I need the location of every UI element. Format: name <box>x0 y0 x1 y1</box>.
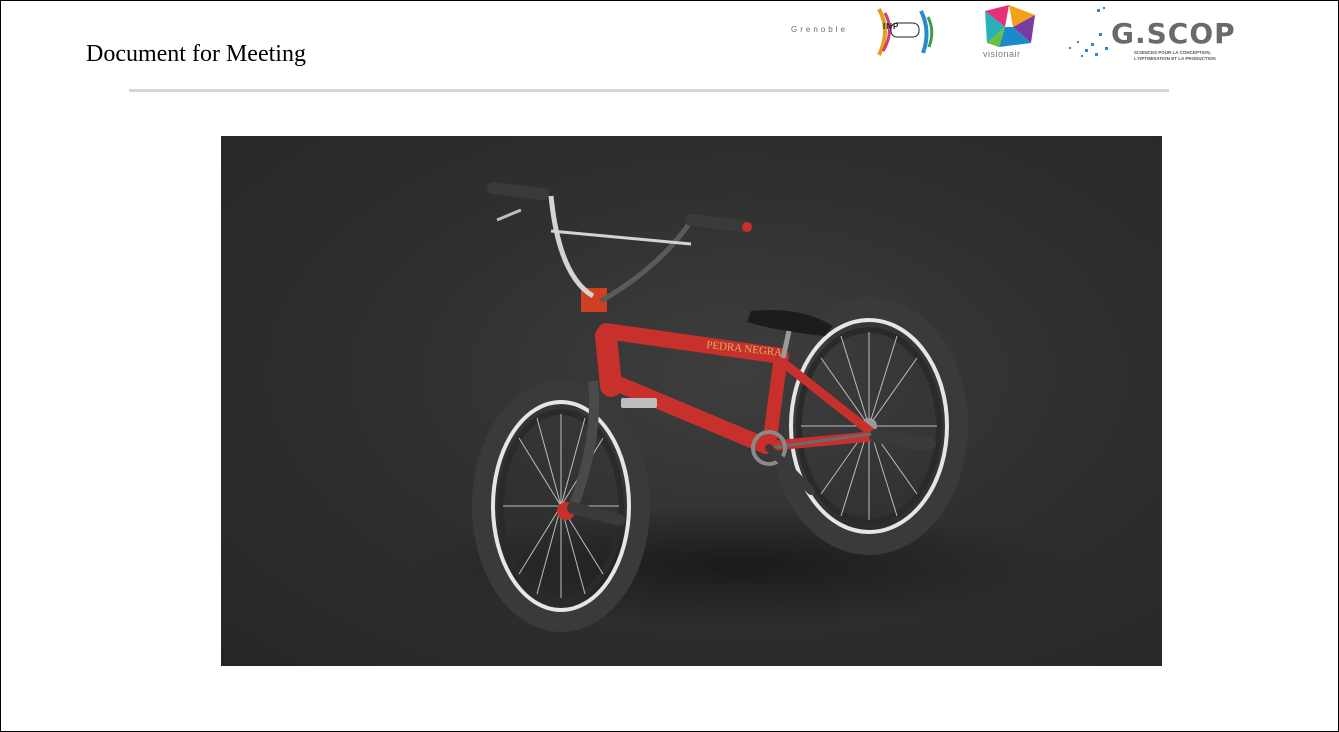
gscop-logo-text: G.SCOP <box>1111 17 1236 50</box>
gscop-logo: G.SCOP SCIENCES POUR LA CONCEPTION, L'OP… <box>1047 3 1237 65</box>
rear-peg <box>869 429 936 451</box>
handlebar-right <box>599 219 694 304</box>
slide: Document for Meeting Grenoble INP vision… <box>0 0 1339 732</box>
inp-badge-text: INP <box>883 22 900 31</box>
bmx-bike-photo: PEDRA NEGRA <box>221 136 1162 666</box>
pedal <box>621 398 657 408</box>
handlebar-left <box>548 195 595 299</box>
title-divider <box>129 89 1169 92</box>
visionair-star-icon <box>985 5 1035 47</box>
visionair-logo: visionair <box>979 3 1039 65</box>
grenoble-arcs-icon <box>877 8 934 56</box>
visionair-logo-text: visionair <box>983 49 1021 59</box>
grenoble-inp-logo: Grenoble INP <box>791 3 941 65</box>
gscop-tagline-line1: SCIENCES POUR LA CONCEPTION, <box>1134 50 1211 55</box>
grip-right <box>685 214 749 232</box>
grip-left <box>487 182 549 200</box>
front-wheel <box>472 380 650 632</box>
gscop-tagline-line2: L'OPTIMISATION ET LA PRODUCTION <box>1134 56 1216 61</box>
grenoble-logo-text: Grenoble <box>791 25 848 34</box>
page-title: Document for Meeting <box>86 41 306 67</box>
handlebar-crossbar <box>550 229 692 246</box>
gscop-dots-icon <box>1069 7 1108 57</box>
brake-lever <box>496 208 522 222</box>
bmx-bike-illustration: PEDRA NEGRA <box>411 182 1071 632</box>
bar-end <box>742 222 752 232</box>
